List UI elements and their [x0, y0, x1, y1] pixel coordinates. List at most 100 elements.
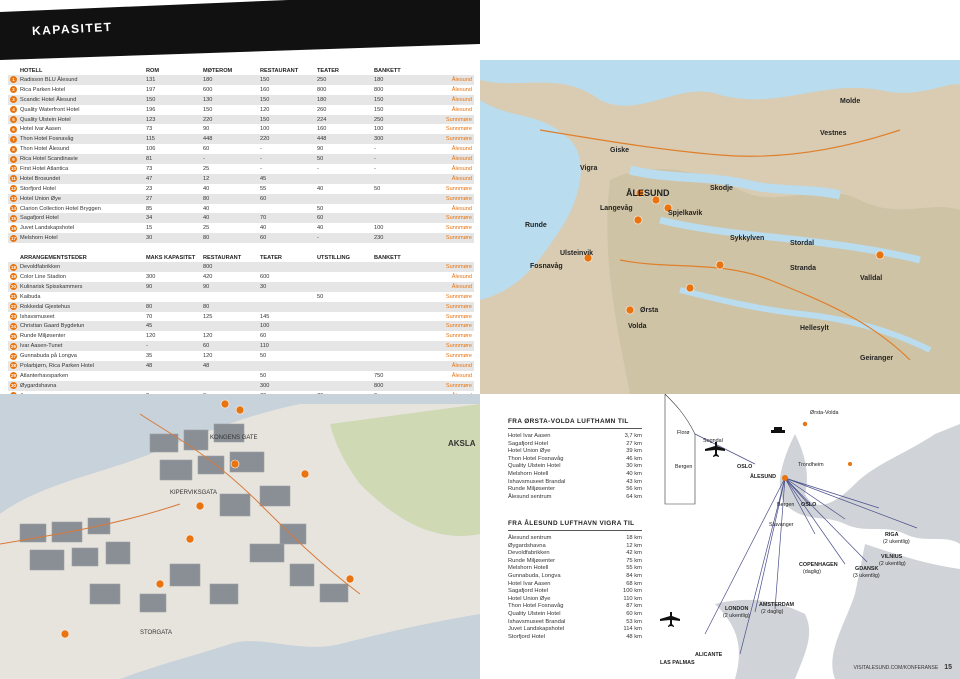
city-map-graphic: AKSLA KONGENS GATE KIPERVIKSGATA STORGAT…	[0, 394, 480, 679]
table-header-cell: UTSTILLING	[317, 254, 350, 261]
table-cell	[372, 351, 420, 361]
distance-value: 48 km	[626, 633, 642, 640]
number-badge: 30	[10, 382, 17, 390]
table-cell: 150	[258, 94, 315, 105]
table-cell: Juvet Landskapshotel	[20, 225, 75, 232]
table-row: 28 Polarbjørn, Rica Parken Hotel 48 48 Ålesu…	[8, 361, 474, 371]
footer-site: VISITALESUND.COM/KONFERANSE	[853, 665, 939, 671]
distance-value: 27 km	[626, 440, 642, 447]
route-label-riga: RIGA	[885, 532, 899, 538]
table-cell: -	[144, 341, 201, 352]
table-cell: Scandic Hotel Ålesund	[18, 94, 144, 105]
destination-name: Melshorn Hotell	[508, 470, 549, 477]
table-cell	[372, 272, 420, 282]
table-header-cell	[420, 253, 474, 262]
destination-name: Runde Miljøsenter	[508, 486, 556, 493]
table-cell	[372, 281, 420, 292]
table-cell: 60	[201, 341, 258, 352]
table-header-cell: TEATER	[260, 254, 282, 261]
table-cell: Clarion Collection Hotel Bryggen	[20, 205, 101, 212]
vigra-distances: FRA ÅLESUND LUFTHAVN VIGRA TIL Ålesund s…	[508, 520, 642, 641]
distance-value: 30 km	[626, 463, 642, 470]
table-cell: 180	[315, 94, 372, 105]
region-map[interactable]: Molde ÅLESUND Vigra Giske Langevåg Spjel…	[480, 60, 960, 394]
map-label-volda: Volda	[628, 323, 647, 330]
table-cell: 750	[374, 372, 384, 379]
region-cell: Ålesund	[451, 205, 472, 212]
table-cell	[372, 321, 420, 332]
distance-value: 64 km	[626, 493, 642, 500]
city-map[interactable]: AKSLA KONGENS GATE KIPERVIKSGATA STORGAT…	[0, 394, 480, 679]
row-number-badge: 8	[8, 144, 18, 154]
table-cell: -	[260, 165, 262, 172]
distance-row: Runde Miljøsenter 75 km	[508, 558, 642, 566]
destination-name: Juvet Landskapshotel	[508, 626, 565, 633]
distance-value: 60 km	[626, 610, 642, 617]
table-row: 9 Rica Hotel Scandinavie 81- -50- Ålesund	[8, 154, 474, 165]
table-cell	[258, 301, 315, 312]
table-cell: 300	[258, 380, 315, 391]
table-cell: 131	[144, 75, 201, 85]
table-cell: 150	[144, 94, 201, 105]
table-header-cell: ARRANGEMENTSTEDER	[20, 254, 87, 261]
table-cell: 100	[260, 126, 270, 133]
table-cell: 40	[260, 225, 267, 232]
vigra-title: FRA ÅLESUND LUFTHAVN VIGRA TIL	[508, 520, 635, 527]
destination-name: Ishavsmuseet Brandal	[508, 478, 566, 485]
table-cell: 100	[374, 225, 384, 232]
region-cell: Sunnmøre	[420, 114, 474, 125]
distance-value: 43 km	[626, 478, 642, 485]
distance-value: 42 km	[626, 550, 642, 557]
table-cell: 260	[317, 106, 327, 113]
table-cell	[315, 262, 372, 273]
map-label-orsta: Ørsta	[640, 307, 658, 314]
table-header-cell	[8, 253, 18, 262]
distance-row: Sagafjord Hotel 100 km	[508, 588, 642, 596]
table-row: 17 Melshorn Hotel 30 80 60-230 Sunnmøre	[8, 233, 474, 244]
distance-value: 56 km	[626, 486, 642, 493]
capacity-tables: HOTELL ROM MØTEROM RESTAURANT TEATER BANKETT …	[8, 66, 474, 401]
table-cell	[315, 371, 372, 381]
number-badge: 4	[10, 106, 17, 114]
destination-name: Ålesund sentrum	[508, 535, 552, 541]
row-number-badge: 6	[8, 124, 18, 134]
region-cell: Sunnmøre	[445, 185, 472, 192]
map-label-giske: Giske	[610, 147, 629, 154]
region-cell: Ålesund	[451, 165, 472, 172]
table-cell	[372, 341, 420, 352]
page-footer: VISITALESUND.COM/KONFERANSE 15	[854, 664, 952, 671]
table-header-cell	[8, 66, 18, 75]
table-cell: 90	[203, 126, 210, 133]
table-cell: Atlanterhavsparken	[20, 372, 69, 379]
table-cell: 120	[203, 353, 213, 360]
city-label-storgata: STORGATA	[140, 630, 172, 636]
table-row: 2 Rica Parken Hotel 197 600 160 800 800 Ålesund	[8, 85, 474, 95]
table-cell: 300	[146, 273, 156, 280]
table-cell: 130	[201, 94, 258, 105]
route-label-orsta: Ørsta-Volda	[810, 410, 838, 416]
table-cell: 100	[374, 126, 384, 133]
table-cell	[315, 361, 372, 371]
region-cell: Ålesund	[420, 173, 474, 184]
region-cell: Ålesund	[451, 86, 472, 93]
route-label-amsterdam-freq: (2 daglig)	[761, 609, 784, 615]
route-label-riga-freq: (2 ukentlig)	[883, 539, 910, 545]
table-cell: 150	[372, 94, 420, 105]
map-label-geiranger: Geiranger	[860, 355, 893, 362]
distance-value: 18 km	[626, 535, 642, 541]
map-label-vestnes: Vestnes	[820, 130, 847, 137]
distance-value: 55 km	[626, 565, 642, 572]
route-label-bergen: Bergen	[675, 464, 692, 470]
page-number: 15	[944, 664, 952, 671]
number-badge: 26	[10, 342, 17, 350]
number-badge: 20	[10, 283, 17, 291]
region-cell: Sunnmøre	[445, 313, 472, 320]
table-row: 18 Devoldfabrikken 800 Sunnmøre	[8, 262, 474, 273]
table-cell: 80	[201, 233, 258, 244]
destination-name: Melshorn Hotell	[508, 565, 549, 572]
table-cell: 50	[315, 154, 372, 165]
table-cell: 50	[317, 205, 324, 212]
table-cell: 60	[258, 193, 315, 204]
row-number-badge: 2	[8, 85, 18, 95]
table-cell: 50	[374, 185, 381, 192]
